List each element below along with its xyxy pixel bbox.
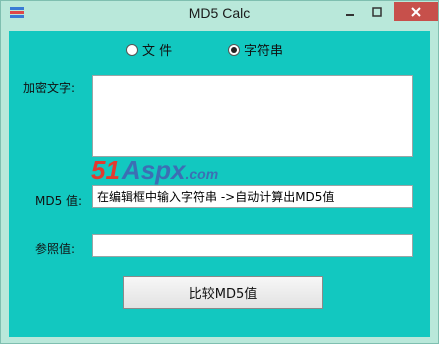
radio-string[interactable]: 字符串: [228, 40, 283, 59]
reference-label: 参照值:: [35, 242, 76, 256]
minimize-icon: [346, 13, 354, 16]
plaintext-input[interactable]: [92, 75, 413, 157]
client-area: 文 件 字符串 加密文字: 51 Aspx .com MD5 值: 参照值: 比…: [9, 31, 430, 337]
title-bar[interactable]: MD5 Calc: [1, 1, 438, 25]
maximize-icon: [372, 6, 382, 17]
radio-string-label: 字符串: [244, 44, 284, 59]
watermark-name: Aspx: [121, 155, 186, 185]
plaintext-label: 加密文字:: [23, 81, 76, 95]
watermark-logo: 51 Aspx .com: [91, 155, 218, 186]
radio-string-circle: [228, 43, 240, 56]
minimize-button[interactable]: [339, 2, 361, 21]
watermark-number: 51: [91, 155, 120, 185]
md5-calc-window: MD5 Calc 文 件 字符串 加密文字: 51 Aspx .com MD5 …: [0, 0, 439, 344]
compare-md5-button[interactable]: 比较MD5值: [123, 276, 323, 309]
radio-file-label: 文 件: [142, 44, 173, 59]
maximize-button[interactable]: [366, 2, 388, 21]
close-button[interactable]: [394, 2, 438, 21]
watermark-domain: .com: [185, 166, 219, 182]
radio-file-circle: [126, 43, 138, 56]
md5-field[interactable]: [92, 185, 413, 208]
close-icon: [411, 6, 421, 17]
radio-file[interactable]: 文 件: [126, 40, 172, 59]
md5-label: MD5 值:: [35, 194, 83, 208]
reference-field[interactable]: [92, 234, 413, 257]
